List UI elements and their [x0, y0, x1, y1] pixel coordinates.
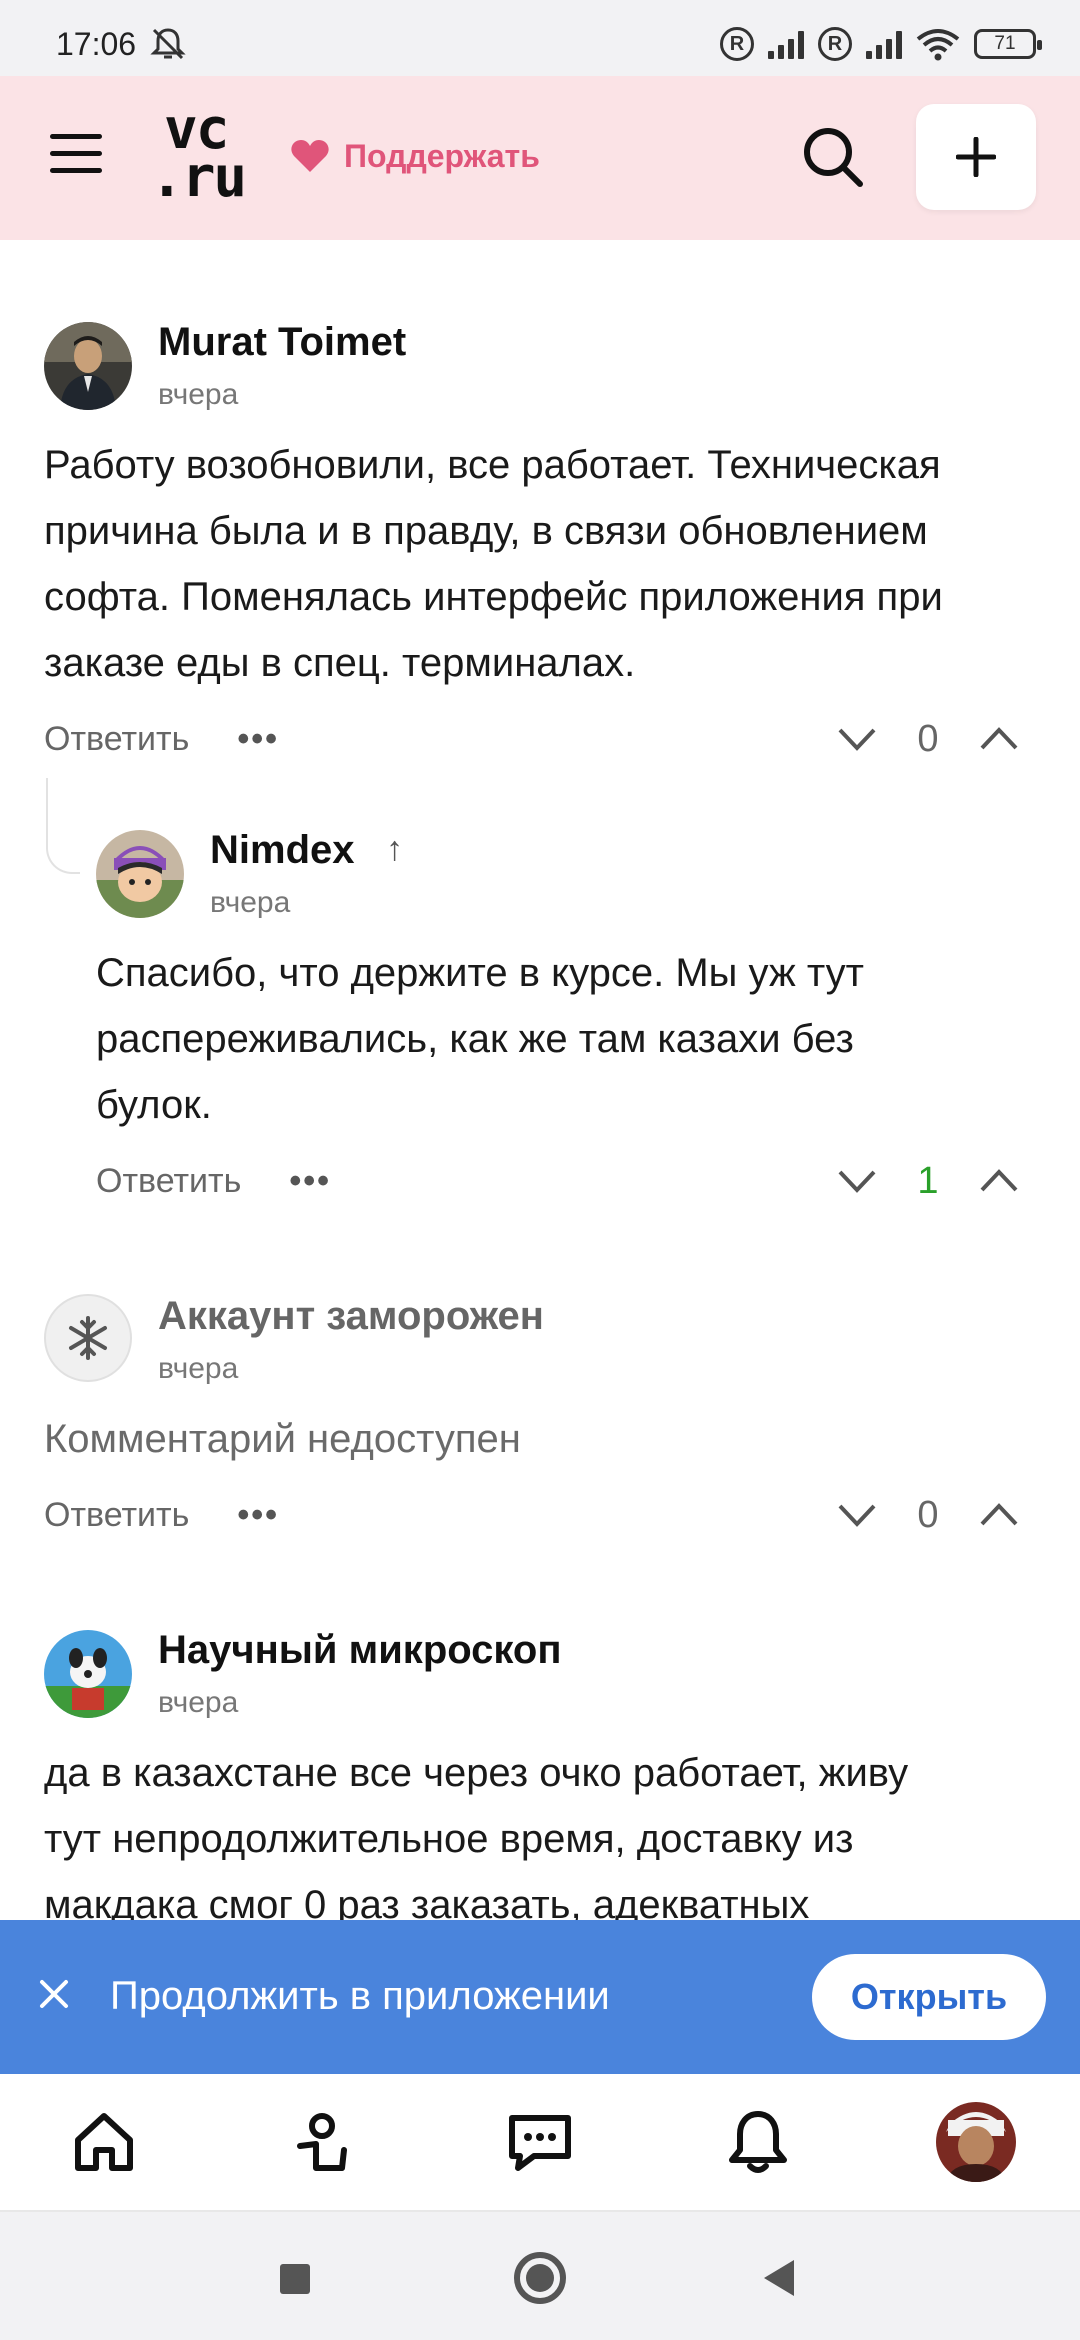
upvote-icon[interactable]	[978, 724, 1020, 754]
recent-apps-button[interactable]	[280, 2264, 310, 2294]
upvote-icon[interactable]	[978, 1166, 1020, 1196]
comment-text-line: распереживались, как же там казахи без	[96, 1017, 854, 1061]
comment-text-line: булок.	[96, 1083, 212, 1127]
top-header: vc .ru Поддержать	[0, 76, 1080, 240]
vote-count: 1	[917, 1159, 939, 1202]
registered-icon: R	[720, 27, 754, 61]
comment-text-line: Спасибо, что держите в курсе. Мы уж тут	[96, 951, 864, 995]
registered-icon: R	[818, 27, 852, 61]
vc-ru-logo[interactable]: vc .ru	[150, 102, 260, 210]
comment-text-line: да в казахстане все через очко работает,…	[44, 1751, 909, 1795]
reply-button[interactable]: Ответить	[44, 720, 189, 759]
avatar[interactable]	[96, 830, 184, 918]
back-button[interactable]	[764, 2260, 794, 2296]
comment-text: Комментарий недоступен	[44, 1406, 1054, 1472]
profile-avatar[interactable]	[936, 2102, 1016, 2182]
subscriptions-icon[interactable]	[286, 2106, 358, 2178]
downvote-icon[interactable]	[836, 724, 878, 754]
logo-line-2: .ru	[150, 145, 247, 210]
vote-controls: 1	[836, 1156, 1020, 1206]
comment-text: да в казахстане все через очко работает,…	[44, 1740, 1054, 1938]
bottom-tab-bar	[0, 2074, 1080, 2212]
close-icon[interactable]	[34, 1974, 74, 2014]
frozen-avatar	[44, 1294, 132, 1382]
create-post-button[interactable]	[916, 104, 1036, 210]
downvote-icon[interactable]	[836, 1500, 878, 1530]
vote-count: 0	[917, 1493, 939, 1536]
vote-controls: 0	[836, 1490, 1020, 1540]
comment-date[interactable]: вчера	[158, 1686, 238, 1720]
vote-count: 0	[917, 717, 939, 760]
comment-author[interactable]: Научный микроскоп	[158, 1628, 562, 1673]
signal-icon	[866, 29, 902, 59]
vote-controls: 0	[836, 714, 1020, 764]
comment-author: Аккаунт заморожен	[158, 1294, 544, 1338]
search-icon[interactable]	[800, 124, 866, 190]
comment-date[interactable]: вчера	[158, 1352, 238, 1386]
support-label: Поддержать	[344, 137, 540, 174]
comment-date[interactable]: вчера	[158, 378, 238, 412]
comment-actions: Ответить •••	[44, 1490, 279, 1540]
comment-author[interactable]: Murat Toimet	[158, 320, 406, 365]
more-options-button[interactable]: •••	[237, 1496, 279, 1535]
status-icons: R R 71	[720, 26, 1042, 62]
signal-icon	[768, 29, 804, 59]
reply-thread-line	[46, 778, 80, 874]
downvote-icon[interactable]	[836, 1166, 878, 1196]
battery-icon: 71	[974, 29, 1042, 59]
banner-text: Продолжить в приложении	[110, 1974, 610, 2018]
open-in-app-banner: Продолжить в приложении Открыть	[0, 1920, 1080, 2074]
home-button[interactable]	[514, 2252, 566, 2304]
upvote-icon[interactable]	[978, 1500, 1020, 1530]
more-options-button[interactable]: •••	[237, 720, 279, 759]
mute-icon	[150, 28, 186, 60]
avatar[interactable]	[44, 322, 132, 410]
open-app-button[interactable]: Открыть	[812, 1954, 1046, 2040]
status-time: 17:06	[56, 26, 137, 62]
support-button[interactable]: Поддержать	[290, 136, 540, 176]
comment-text-line: софта. Поменялась интерфейс приложения п…	[44, 575, 943, 619]
messages-icon[interactable]	[504, 2106, 576, 2178]
more-options-button[interactable]: •••	[289, 1162, 331, 1201]
comment-text: Спасибо, что держите в курсе. Мы уж тут …	[96, 940, 1056, 1138]
wifi-icon	[916, 29, 960, 61]
comment-text-line: Комментарий недоступен	[44, 1417, 521, 1461]
heart-icon	[291, 140, 329, 172]
home-icon[interactable]	[68, 2106, 140, 2178]
comment-text-line: тут непродолжительное время, доставку из	[44, 1817, 854, 1861]
snowflake-icon	[69, 1316, 107, 1360]
comment-actions: Ответить •••	[96, 1156, 331, 1206]
notifications-icon[interactable]	[722, 2106, 794, 2178]
comment-text-line: причина была и в правду, в связи обновле…	[44, 509, 928, 553]
comment-text: Работу возобновили, все работает. Технич…	[44, 432, 1054, 696]
system-nav-bar	[0, 2212, 1080, 2340]
comment-author[interactable]: Nimdex	[210, 828, 355, 873]
comment-date[interactable]: вчера	[210, 886, 290, 920]
plus-icon	[956, 137, 996, 177]
reply-button[interactable]: Ответить	[44, 1496, 189, 1535]
status-bar: 17:06 R R 71	[0, 0, 1080, 76]
menu-icon[interactable]	[50, 134, 102, 174]
arrow-up-icon: ↑	[386, 830, 403, 868]
reply-button[interactable]: Ответить	[96, 1162, 241, 1201]
comment-actions: Ответить •••	[44, 714, 279, 764]
comment-text-line: заказе еды в спец. терминалах.	[44, 641, 636, 685]
avatar[interactable]	[44, 1630, 132, 1718]
comment-text-line: Работу возобновили, все работает. Технич…	[44, 443, 941, 487]
